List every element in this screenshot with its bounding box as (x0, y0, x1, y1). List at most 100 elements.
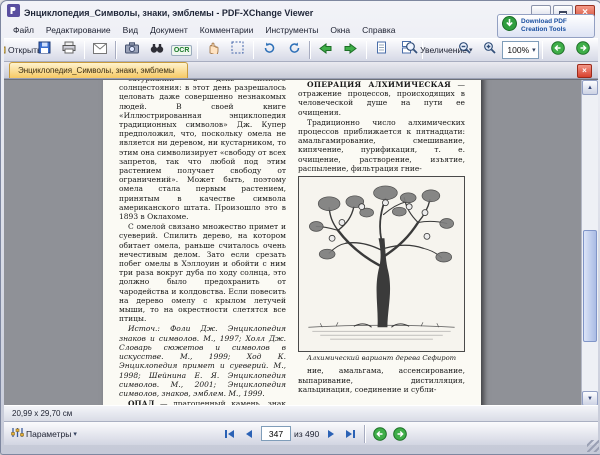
previous-view-icon (551, 41, 565, 60)
menu-windows[interactable]: Окна (324, 24, 356, 36)
folder-icon (4, 41, 6, 59)
ocr-button[interactable]: OCR (170, 40, 194, 60)
paragraph: С омелой связано множество примет и суев… (119, 222, 286, 323)
page-number-input[interactable] (261, 426, 291, 441)
tab-close-button[interactable]: × (577, 64, 592, 78)
toolbar-separator (84, 41, 85, 59)
zoom-level-combo[interactable]: 100% ▾ (502, 41, 538, 59)
scroll-up-button[interactable]: ▲ (582, 80, 598, 95)
menu-help[interactable]: Справка (356, 24, 401, 36)
toolbar-separator (197, 41, 198, 59)
menu-tools[interactable]: Инструменты (259, 24, 324, 36)
next-view-button[interactable] (571, 40, 595, 60)
page-size-indicator: 20,99 x 29,70 см (12, 409, 72, 418)
last-page-button[interactable] (342, 425, 359, 443)
next-page-button-bottom[interactable] (322, 425, 339, 443)
chevron-down-icon: ▾ (73, 430, 77, 438)
scroll-down-button[interactable]: ▼ (582, 391, 598, 406)
ocr-icon: OCR (171, 45, 193, 56)
rotate-cw-button[interactable] (282, 40, 306, 60)
previous-page-button[interactable] (241, 425, 258, 443)
save-button[interactable] (32, 40, 56, 60)
rotate-right-icon (288, 41, 301, 59)
green-arrow-right-icon (344, 41, 357, 59)
next-view-button-bottom[interactable] (391, 425, 408, 443)
zoom-in-button[interactable] (477, 40, 501, 60)
toolbar-separator (366, 41, 367, 59)
paragraph: сатурналий в день зимнего солнцестояния:… (119, 79, 286, 221)
rotate-left-icon (263, 41, 276, 59)
page-count-label: из 490 (294, 429, 319, 439)
document-tab[interactable]: Энциклопедия_Символы, знаки, эмблемы (9, 62, 188, 78)
envelope-icon (93, 41, 107, 59)
page-navigation: из 490 (221, 425, 408, 443)
main-toolbar: Открыть ▾ OCR Увеличение ▾ 100% (4, 38, 598, 62)
toolbar-separator (115, 41, 116, 59)
open-button[interactable]: Открыть ▾ (7, 40, 31, 60)
next-view-icon (576, 41, 590, 60)
status-bar: 20,99 x 29,70 см (4, 405, 598, 421)
chevron-down-icon: ▾ (532, 46, 536, 54)
binoculars-icon (150, 41, 164, 59)
tab-bar: Энциклопедия_Символы, знаки, эмблемы × (4, 62, 598, 79)
floppy-icon (38, 41, 51, 59)
resize-grip[interactable] (587, 440, 599, 452)
single-page-icon (376, 41, 387, 59)
paragraph: Традиционно число алхимических процессов… (298, 118, 465, 173)
zoom-in-icon (483, 41, 496, 59)
download-pdf-tools-button[interactable]: Download PDFCreation Tools (497, 14, 595, 38)
download-label: Download PDFCreation Tools (521, 18, 567, 34)
scrollbar-thumb[interactable] (583, 230, 597, 342)
first-page-button[interactable] (221, 425, 238, 443)
menu-document[interactable]: Документ (144, 24, 194, 36)
window-title: Энциклопедия_Символы, знаки, эмблемы - P… (24, 8, 527, 18)
toolbar-separator (542, 41, 543, 59)
snapshot-button[interactable] (120, 40, 144, 60)
select-tool-button[interactable] (226, 40, 250, 60)
previous-view-button-bottom[interactable] (371, 425, 388, 443)
article-heading: ОПЕРАЦИЯ АЛХИМИЧЕСКАЯ — отражение процес… (298, 80, 465, 117)
app-window: Энциклопедия_Символы, знаки, эмблемы - P… (0, 0, 600, 455)
left-column: сатурналий в день зимнего солнцестояния:… (119, 79, 286, 406)
loupe-icon (405, 41, 418, 59)
rotate-ccw-button[interactable] (257, 40, 281, 60)
prev-page-button[interactable] (314, 40, 338, 60)
toolbar-separator (364, 425, 366, 443)
tree-engraving-figure (298, 176, 465, 352)
download-icon (502, 16, 517, 36)
camera-icon (125, 41, 139, 59)
next-page-button[interactable] (339, 40, 363, 60)
print-button[interactable] (57, 40, 81, 60)
hand-tool-button[interactable] (201, 40, 225, 60)
toolbar-separator (253, 41, 254, 59)
vertical-scrollbar[interactable]: ▲ ▼ (581, 80, 598, 406)
sliders-icon (11, 425, 24, 443)
menu-file[interactable]: Файл (7, 24, 40, 36)
email-button[interactable] (88, 40, 112, 60)
options-button[interactable]: Параметры ▾ (9, 424, 79, 444)
pdf-page: сатурналий в день зимнего солнцестояния:… (103, 79, 481, 406)
previous-view-button[interactable] (546, 40, 570, 60)
zoom-menu-button[interactable]: Увеличение ▾ (426, 40, 451, 60)
menu-bar: Файл Редактирование Вид Документ Коммент… (7, 23, 401, 37)
zoom-level-value: 100% (507, 45, 529, 55)
printer-icon (62, 41, 76, 59)
bottom-toolbar: Параметры ▾ из 490 (4, 421, 598, 445)
sephiroth-tree-image (301, 179, 462, 347)
document-area[interactable]: сатурналий в день зимнего солнцестояния:… (4, 79, 598, 406)
search-button[interactable] (145, 40, 169, 60)
right-column: ОПЕРАЦИЯ АЛХИМИЧЕСКАЯ — отражение процес… (298, 79, 465, 406)
menu-edit[interactable]: Редактирование (40, 24, 117, 36)
menu-comments[interactable]: Комментарии (194, 24, 260, 36)
single-page-button[interactable] (370, 40, 394, 60)
app-icon (7, 4, 20, 22)
hand-icon (207, 41, 219, 59)
green-arrow-left-icon (319, 41, 332, 59)
toolbar-separator (309, 41, 310, 59)
source-paragraph: Источ.: Фоли Дж. Энциклопедия знаков и с… (119, 324, 286, 398)
zoom-out-button[interactable] (452, 40, 476, 60)
zoom-out-icon (458, 41, 471, 59)
menu-view[interactable]: Вид (117, 24, 144, 36)
tab-label: Энциклопедия_Символы, знаки, эмблемы (18, 66, 175, 75)
paragraph: ние, амальгама, ассенсирование, выпарива… (298, 366, 465, 394)
